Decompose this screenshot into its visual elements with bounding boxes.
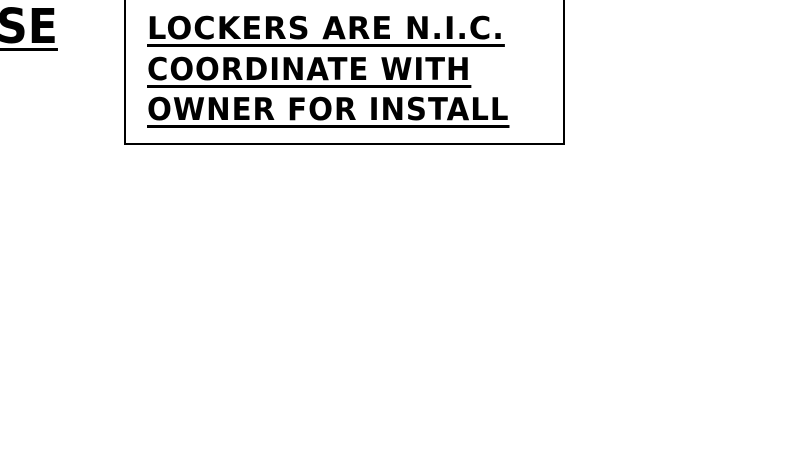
cropped-title-fragment: SE — [0, 0, 58, 55]
drawing-canvas: SE LOCKERS ARE N.I.C. COORDINATE WITH OW… — [0, 0, 808, 462]
general-note-box: LOCKERS ARE N.I.C. COORDINATE WITH OWNER… — [124, 0, 565, 145]
note-line-2: COORDINATE WITH — [147, 52, 472, 88]
note-line-3: OWNER FOR INSTALL — [147, 92, 510, 128]
note-line-1: LOCKERS ARE N.I.C. — [147, 11, 505, 47]
